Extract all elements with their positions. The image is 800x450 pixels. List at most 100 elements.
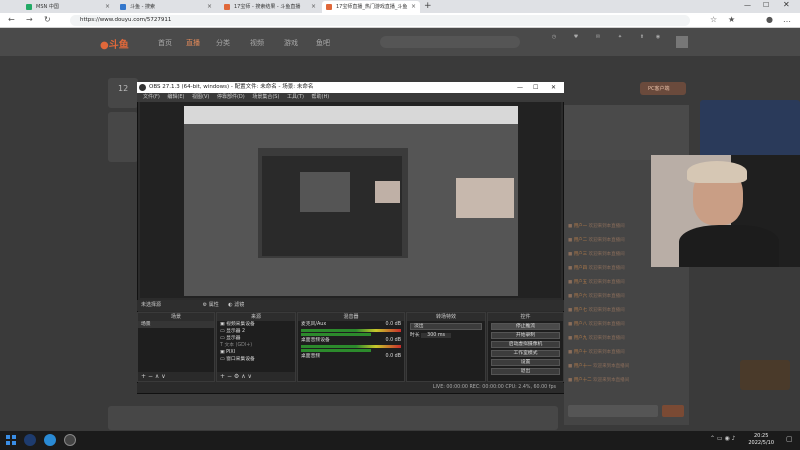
remove-icon[interactable]: − xyxy=(227,373,232,380)
obs-minimize-button[interactable]: — xyxy=(517,82,523,93)
follow-icon[interactable]: ♥ xyxy=(570,34,582,40)
menu-docks[interactable]: 停靠部件(D) xyxy=(217,94,245,100)
properties-button[interactable]: 属性 xyxy=(209,302,219,308)
sources-toolbar: + − ⚙ ∧ ∨ xyxy=(217,372,295,381)
scene-item[interactable]: 场景 xyxy=(138,321,214,328)
down-icon[interactable]: ∨ xyxy=(161,373,165,380)
forward-icon[interactable]: → xyxy=(26,15,33,24)
windows-start-icon[interactable] xyxy=(6,435,16,445)
site-search-input[interactable] xyxy=(380,36,520,48)
source-item[interactable]: ▣ PIXI xyxy=(217,349,295,356)
exit-button[interactable]: 退出 xyxy=(491,368,560,375)
url-input[interactable]: https://www.douyu.com/5727911 xyxy=(70,15,690,26)
user-avatar[interactable] xyxy=(676,36,688,48)
settings-button[interactable]: 设置 xyxy=(491,359,560,366)
close-window-button[interactable]: ✕ xyxy=(783,0,790,9)
context-label: 未选择源 xyxy=(141,302,162,308)
duration-input[interactable]: 300 ms xyxy=(421,333,451,338)
volume-slider[interactable] xyxy=(301,333,371,336)
menu-file[interactable]: 文件(F) xyxy=(143,94,160,100)
obs-maximize-button[interactable]: ☐ xyxy=(533,82,538,93)
douyu-logo[interactable]: ●斗鱼 xyxy=(100,36,134,51)
event-badge[interactable] xyxy=(740,360,790,390)
browser-tab-active[interactable]: 17宝师直播_热门游戏直播_斗鱼 × xyxy=(322,1,420,13)
virtual-camera-button[interactable]: 启动虚拟摄像机 xyxy=(491,341,560,348)
clock-time: 20:25 xyxy=(753,433,769,439)
promo-banner[interactable] xyxy=(700,100,800,160)
source-item[interactable]: ▭ 显示器 xyxy=(217,335,295,342)
filters-button[interactable]: 滤镜 xyxy=(234,302,244,308)
scenes-title: 场景 xyxy=(138,313,214,321)
menu-edit[interactable]: 编辑(E) xyxy=(167,94,184,100)
close-icon[interactable]: × xyxy=(311,1,316,13)
maximize-button[interactable]: ☐ xyxy=(763,1,769,9)
obs-taskbar-icon[interactable] xyxy=(64,434,76,446)
filter-icon: ◐ xyxy=(228,302,233,308)
edge-icon[interactable] xyxy=(44,434,56,446)
browser-tab[interactable]: 17宝师 - 搜索结果 - 斗鱼直播 × xyxy=(220,1,320,13)
profile-icon[interactable]: ● xyxy=(766,15,773,24)
menu-view[interactable]: 视图(V) xyxy=(192,94,209,100)
live-icon[interactable]: ◉ xyxy=(652,34,664,40)
down-icon[interactable]: ∨ xyxy=(248,373,252,380)
remove-icon[interactable]: − xyxy=(148,373,153,380)
notification-icon[interactable]: ✦ xyxy=(614,34,626,40)
chat-line: ■ 用户九 欢迎来到本直播间 xyxy=(568,336,625,341)
add-icon[interactable]: + xyxy=(220,373,225,380)
douyu-icon xyxy=(224,4,230,10)
steam-icon[interactable] xyxy=(24,434,36,446)
nav-fishbar[interactable]: 鱼吧 xyxy=(316,38,330,48)
source-item[interactable]: T 文本 (GDI+) xyxy=(217,342,295,349)
nav-home[interactable]: 首页 xyxy=(158,38,172,48)
tray-icons[interactable]: ⌃ ▭ ◉ ♪ xyxy=(710,435,735,442)
tab-label: MSN 中国 xyxy=(36,4,59,10)
back-icon[interactable]: ← xyxy=(8,15,15,24)
close-icon[interactable]: × xyxy=(207,1,212,13)
more-menu-icon[interactable]: … xyxy=(783,15,791,24)
stop-streaming-button[interactable]: 停止推流 xyxy=(491,323,560,330)
notification-center-icon[interactable]: ▢ xyxy=(786,435,793,443)
up-icon[interactable]: ∧ xyxy=(155,373,159,380)
browser-tab[interactable]: 斗鱼 - 搜索 × xyxy=(116,1,216,13)
favorites-icon[interactable]: ★ xyxy=(728,15,735,24)
obs-close-button[interactable]: ✕ xyxy=(551,82,556,93)
source-item[interactable]: ▭ 窗口采集设备 xyxy=(217,356,295,363)
nav-video[interactable]: 视频 xyxy=(250,38,264,48)
taskbar-clock[interactable]: 20:25 2022/5/10 xyxy=(748,433,774,447)
up-icon[interactable]: ∧ xyxy=(241,373,245,380)
tab-label: 斗鱼 - 搜索 xyxy=(130,4,155,10)
start-recording-button[interactable]: 开始录制 xyxy=(491,332,560,339)
refresh-icon[interactable]: ↻ xyxy=(44,15,51,24)
source-item[interactable]: ▣ 视频采集设备 xyxy=(217,321,295,328)
volume-slider[interactable] xyxy=(301,349,371,352)
upload-icon[interactable]: ⬆ xyxy=(636,34,648,40)
pc-download-label: PC客户端 xyxy=(648,86,670,92)
clock-date: 2022/5/10 xyxy=(748,440,774,446)
nav-game[interactable]: 游戏 xyxy=(284,38,298,48)
menu-help[interactable]: 帮助(H) xyxy=(312,94,330,100)
nav-live[interactable]: 直播 xyxy=(186,38,200,48)
menu-scene-collection[interactable]: 场景集合(S) xyxy=(252,94,279,100)
transition-select[interactable]: 淡出 xyxy=(410,323,482,330)
obs-title: OBS 27.1.3 (64-bit, windows) - 配置文件: 未命名… xyxy=(149,84,314,90)
add-icon[interactable]: + xyxy=(141,373,146,380)
close-icon[interactable]: × xyxy=(411,1,416,13)
new-tab-button[interactable]: + xyxy=(424,1,432,11)
chat-input[interactable] xyxy=(568,405,658,417)
history-icon[interactable]: ◷ xyxy=(548,34,560,40)
minimize-button[interactable]: — xyxy=(744,1,751,9)
address-bar-row: ← → ↻ https://www.douyu.com/5727911 ☆ ★ … xyxy=(0,13,800,28)
browser-tab[interactable]: MSN 中国 × xyxy=(22,1,114,13)
send-button[interactable] xyxy=(662,405,684,417)
chat-line: ■ 用户五 欢迎来到本直播间 xyxy=(568,280,625,285)
streamer-avatar[interactable] xyxy=(108,112,138,162)
source-item[interactable]: ▭ 显示器 2 xyxy=(217,328,295,335)
menu-tools[interactable]: 工具(T) xyxy=(287,94,304,100)
nav-category[interactable]: 分类 xyxy=(216,38,230,48)
close-icon[interactable]: × xyxy=(105,1,110,13)
pc-download-button[interactable]: PC客户端 xyxy=(640,82,686,95)
message-icon[interactable]: ✉ xyxy=(592,34,604,40)
extensions-icon[interactable]: ☆ xyxy=(710,15,717,24)
studio-mode-button[interactable]: 工作室模式 xyxy=(491,350,560,357)
settings-icon[interactable]: ⚙ xyxy=(234,373,239,380)
